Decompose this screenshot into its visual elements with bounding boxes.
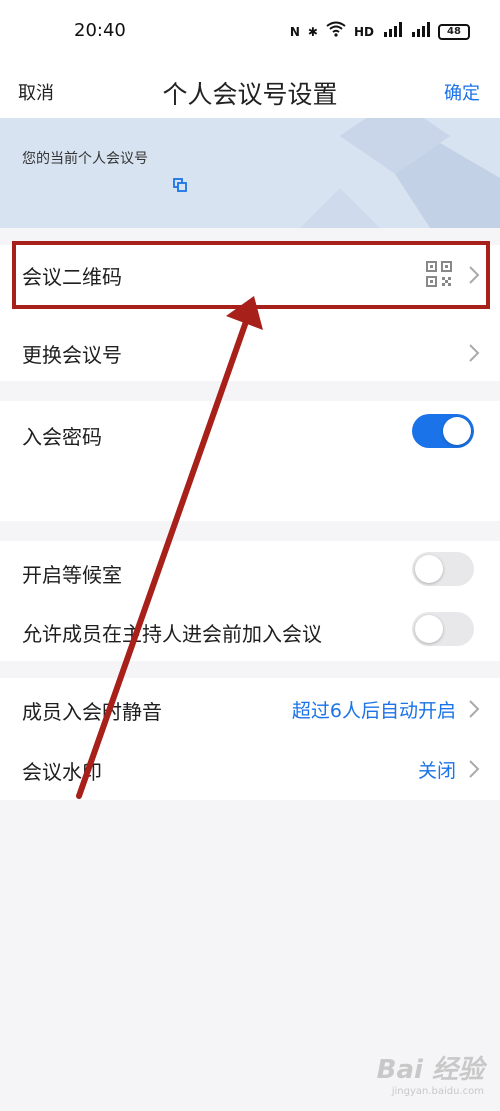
early-join-label: 允许成员在主持人进会前加入会议 [22,622,322,646]
baidu-jingyan-watermark: Bai 经验 jingyan.baidu.com [377,1049,484,1097]
hd-icon: HD [353,25,374,39]
copy-icon[interactable] [173,178,187,192]
toggle-knob [443,417,471,445]
waiting-room-toggle[interactable] [412,552,474,586]
status-bar: 20:40 N ✱ HD 48 [0,0,500,62]
signal-5g-icon [382,21,402,43]
password-label: 入会密码 [22,425,102,449]
password-section: 入会密码 [0,401,500,521]
battery-icon: 48 [438,24,470,40]
toggle-knob [415,555,443,583]
nfc-icon: N [289,25,300,39]
annotation-highlight-box [12,241,490,309]
meeting-id-banner: 您的当前个人会议号 [0,118,500,228]
waiting-room-label: 开启等候室 [22,563,122,587]
banner-decoration [300,118,500,228]
nav-bar: 取消 个人会议号设置 确定 [0,62,500,118]
meeting-watermark-row[interactable]: 会议水印 关闭 [0,738,500,798]
change-meeting-id-label: 更换会议号 [22,343,122,367]
password-row: 入会密码 [0,401,500,461]
mute-on-join-value: 超过6人后自动开启 [291,700,456,722]
chevron-right-icon [469,700,480,718]
mute-on-join-label: 成员入会时静音 [22,700,162,724]
watermark-main-text: Bai 经验 [376,1055,484,1085]
early-join-toggle[interactable] [412,612,474,646]
confirm-button[interactable]: 确定 [444,79,480,105]
waiting-room-section: 开启等候室 允许成员在主持人进会前加入会议 [0,541,500,661]
chevron-right-icon [469,344,480,362]
wifi-icon [326,21,346,43]
page-title: 个人会议号设置 [162,80,338,109]
early-join-row: 允许成员在主持人进会前加入会议 [0,601,500,661]
waiting-room-row: 开启等候室 [0,541,500,601]
status-time: 20:40 [74,20,126,41]
chevron-right-icon [469,760,480,778]
mute-on-join-row[interactable]: 成员入会时静音 超过6人后自动开启 [0,678,500,738]
status-icons: N ✱ HD 48 [289,21,470,43]
toggle-knob [415,615,443,643]
bluetooth-icon: ✱ [307,25,318,39]
password-toggle[interactable] [412,414,474,448]
watermark-sub-text: jingyan.baidu.com [391,1086,484,1097]
mute-watermark-section: 成员入会时静音 超过6人后自动开启 会议水印 关闭 [0,678,500,800]
change-meeting-id-row[interactable]: 更换会议号 [0,321,500,381]
signal-4g-icon [410,21,430,43]
meeting-watermark-value: 关闭 [417,760,456,782]
meeting-watermark-label: 会议水印 [22,760,102,784]
current-meeting-id-label: 您的当前个人会议号 [22,151,148,167]
